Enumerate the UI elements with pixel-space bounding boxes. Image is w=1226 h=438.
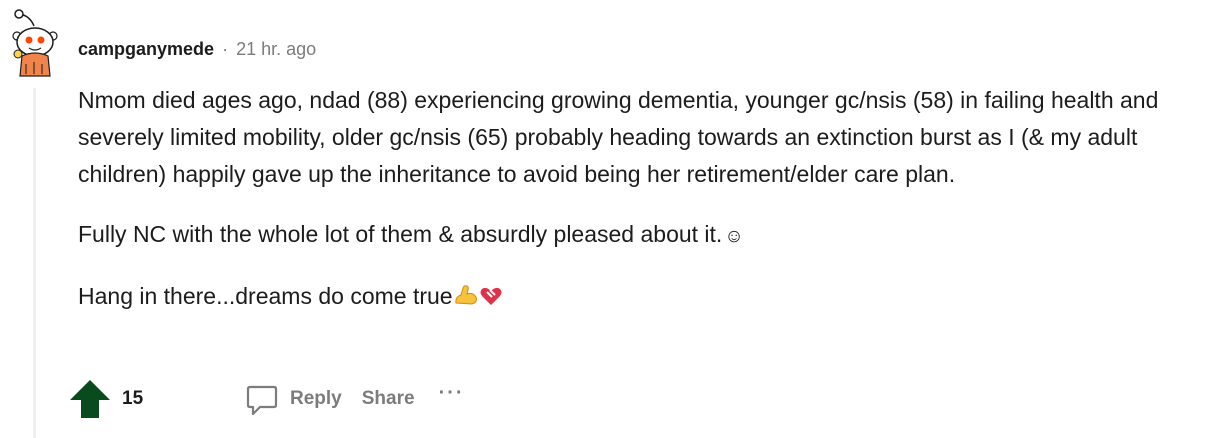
comment-body: Nmom died ages ago, ndad (88) experienci… bbox=[78, 82, 1208, 341]
comment-paragraph: Hang in there...dreams do come true bbox=[78, 278, 1208, 318]
paragraph-text: Hang in there...dreams do come true bbox=[78, 283, 453, 309]
comment-paragraph: Fully NC with the whole lot of them & ab… bbox=[78, 216, 1208, 255]
mending-heart-icon bbox=[479, 281, 503, 318]
upvote-button[interactable]: 15 bbox=[68, 378, 182, 420]
vote-score: 15 bbox=[122, 388, 144, 409]
meta-separator: · bbox=[222, 38, 229, 59]
timestamp[interactable]: 21 hr. ago bbox=[236, 39, 316, 60]
author-username[interactable]: campganymede bbox=[78, 39, 214, 60]
comment-actions: 15 Reply Share ··· bbox=[68, 376, 465, 422]
snoo-avatar-icon bbox=[12, 9, 58, 77]
reply-button[interactable]: Reply bbox=[244, 381, 342, 417]
paragraph-text: Nmom died ages ago, ndad (88) experienci… bbox=[78, 87, 1159, 187]
comment-header: campganymede · 21 hr. ago bbox=[78, 36, 316, 62]
reply-label: Reply bbox=[290, 388, 342, 409]
upvote-arrow-icon bbox=[70, 380, 110, 418]
thread-line[interactable] bbox=[33, 88, 36, 438]
paragraph-text: Fully NC with the whole lot of them & ab… bbox=[78, 221, 723, 247]
comment-bubble-icon bbox=[246, 385, 278, 416]
share-button[interactable]: Share bbox=[362, 388, 415, 410]
comment-paragraph: Nmom died ages ago, ndad (88) experienci… bbox=[78, 82, 1208, 193]
more-options-icon: ··· bbox=[438, 381, 465, 404]
smile-emoji: ☺ bbox=[724, 226, 744, 247]
share-label: Share bbox=[361, 388, 415, 409]
avatar[interactable] bbox=[8, 8, 64, 78]
flexed-biceps-icon bbox=[453, 281, 479, 318]
more-options-button[interactable]: ··· bbox=[439, 382, 465, 405]
